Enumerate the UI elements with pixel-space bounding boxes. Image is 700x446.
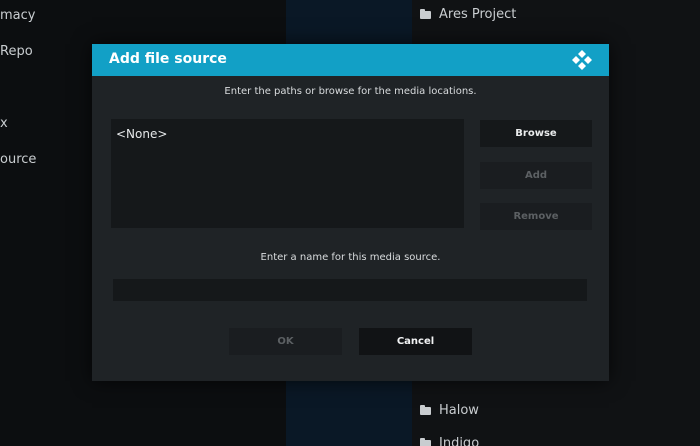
background-menu-item: Repo bbox=[0, 44, 33, 59]
kodi-screen: macy Repo x ource Ares Project Halow Ind… bbox=[0, 0, 700, 446]
cancel-button[interactable]: Cancel bbox=[359, 328, 472, 355]
paths-list[interactable]: <None> bbox=[111, 119, 464, 228]
paths-instruction: Enter the paths or browse for the media … bbox=[224, 86, 477, 97]
background-menu-item: macy bbox=[0, 8, 36, 23]
remove-button[interactable]: Remove bbox=[480, 203, 592, 230]
background-list-item: Ares Project bbox=[420, 7, 516, 22]
background-menu-item: ource bbox=[0, 152, 37, 167]
folder-icon bbox=[420, 437, 431, 446]
background-list-item: Halow bbox=[420, 403, 479, 418]
folder-icon bbox=[420, 404, 431, 415]
background-list-item-label: Ares Project bbox=[439, 7, 517, 22]
browse-button[interactable]: Browse bbox=[480, 120, 592, 147]
ok-button[interactable]: OK bbox=[229, 328, 342, 355]
add-button[interactable]: Add bbox=[480, 162, 592, 189]
background-list-item-label: Halow bbox=[439, 403, 479, 418]
add-file-source-dialog: Add file source Enter the paths or brows… bbox=[92, 44, 609, 381]
background-list-item: Indigo bbox=[420, 436, 479, 446]
media-source-name-input[interactable] bbox=[113, 279, 587, 301]
name-instruction: Enter a name for this media source. bbox=[260, 252, 441, 263]
kodi-logo-icon bbox=[572, 50, 592, 70]
dialog-header: Add file source bbox=[92, 44, 609, 76]
path-item[interactable]: <None> bbox=[116, 127, 167, 141]
background-list-item-label: Indigo bbox=[439, 436, 480, 446]
folder-icon bbox=[420, 8, 431, 19]
dialog-title: Add file source bbox=[109, 51, 227, 67]
background-menu-item: x bbox=[0, 116, 8, 131]
